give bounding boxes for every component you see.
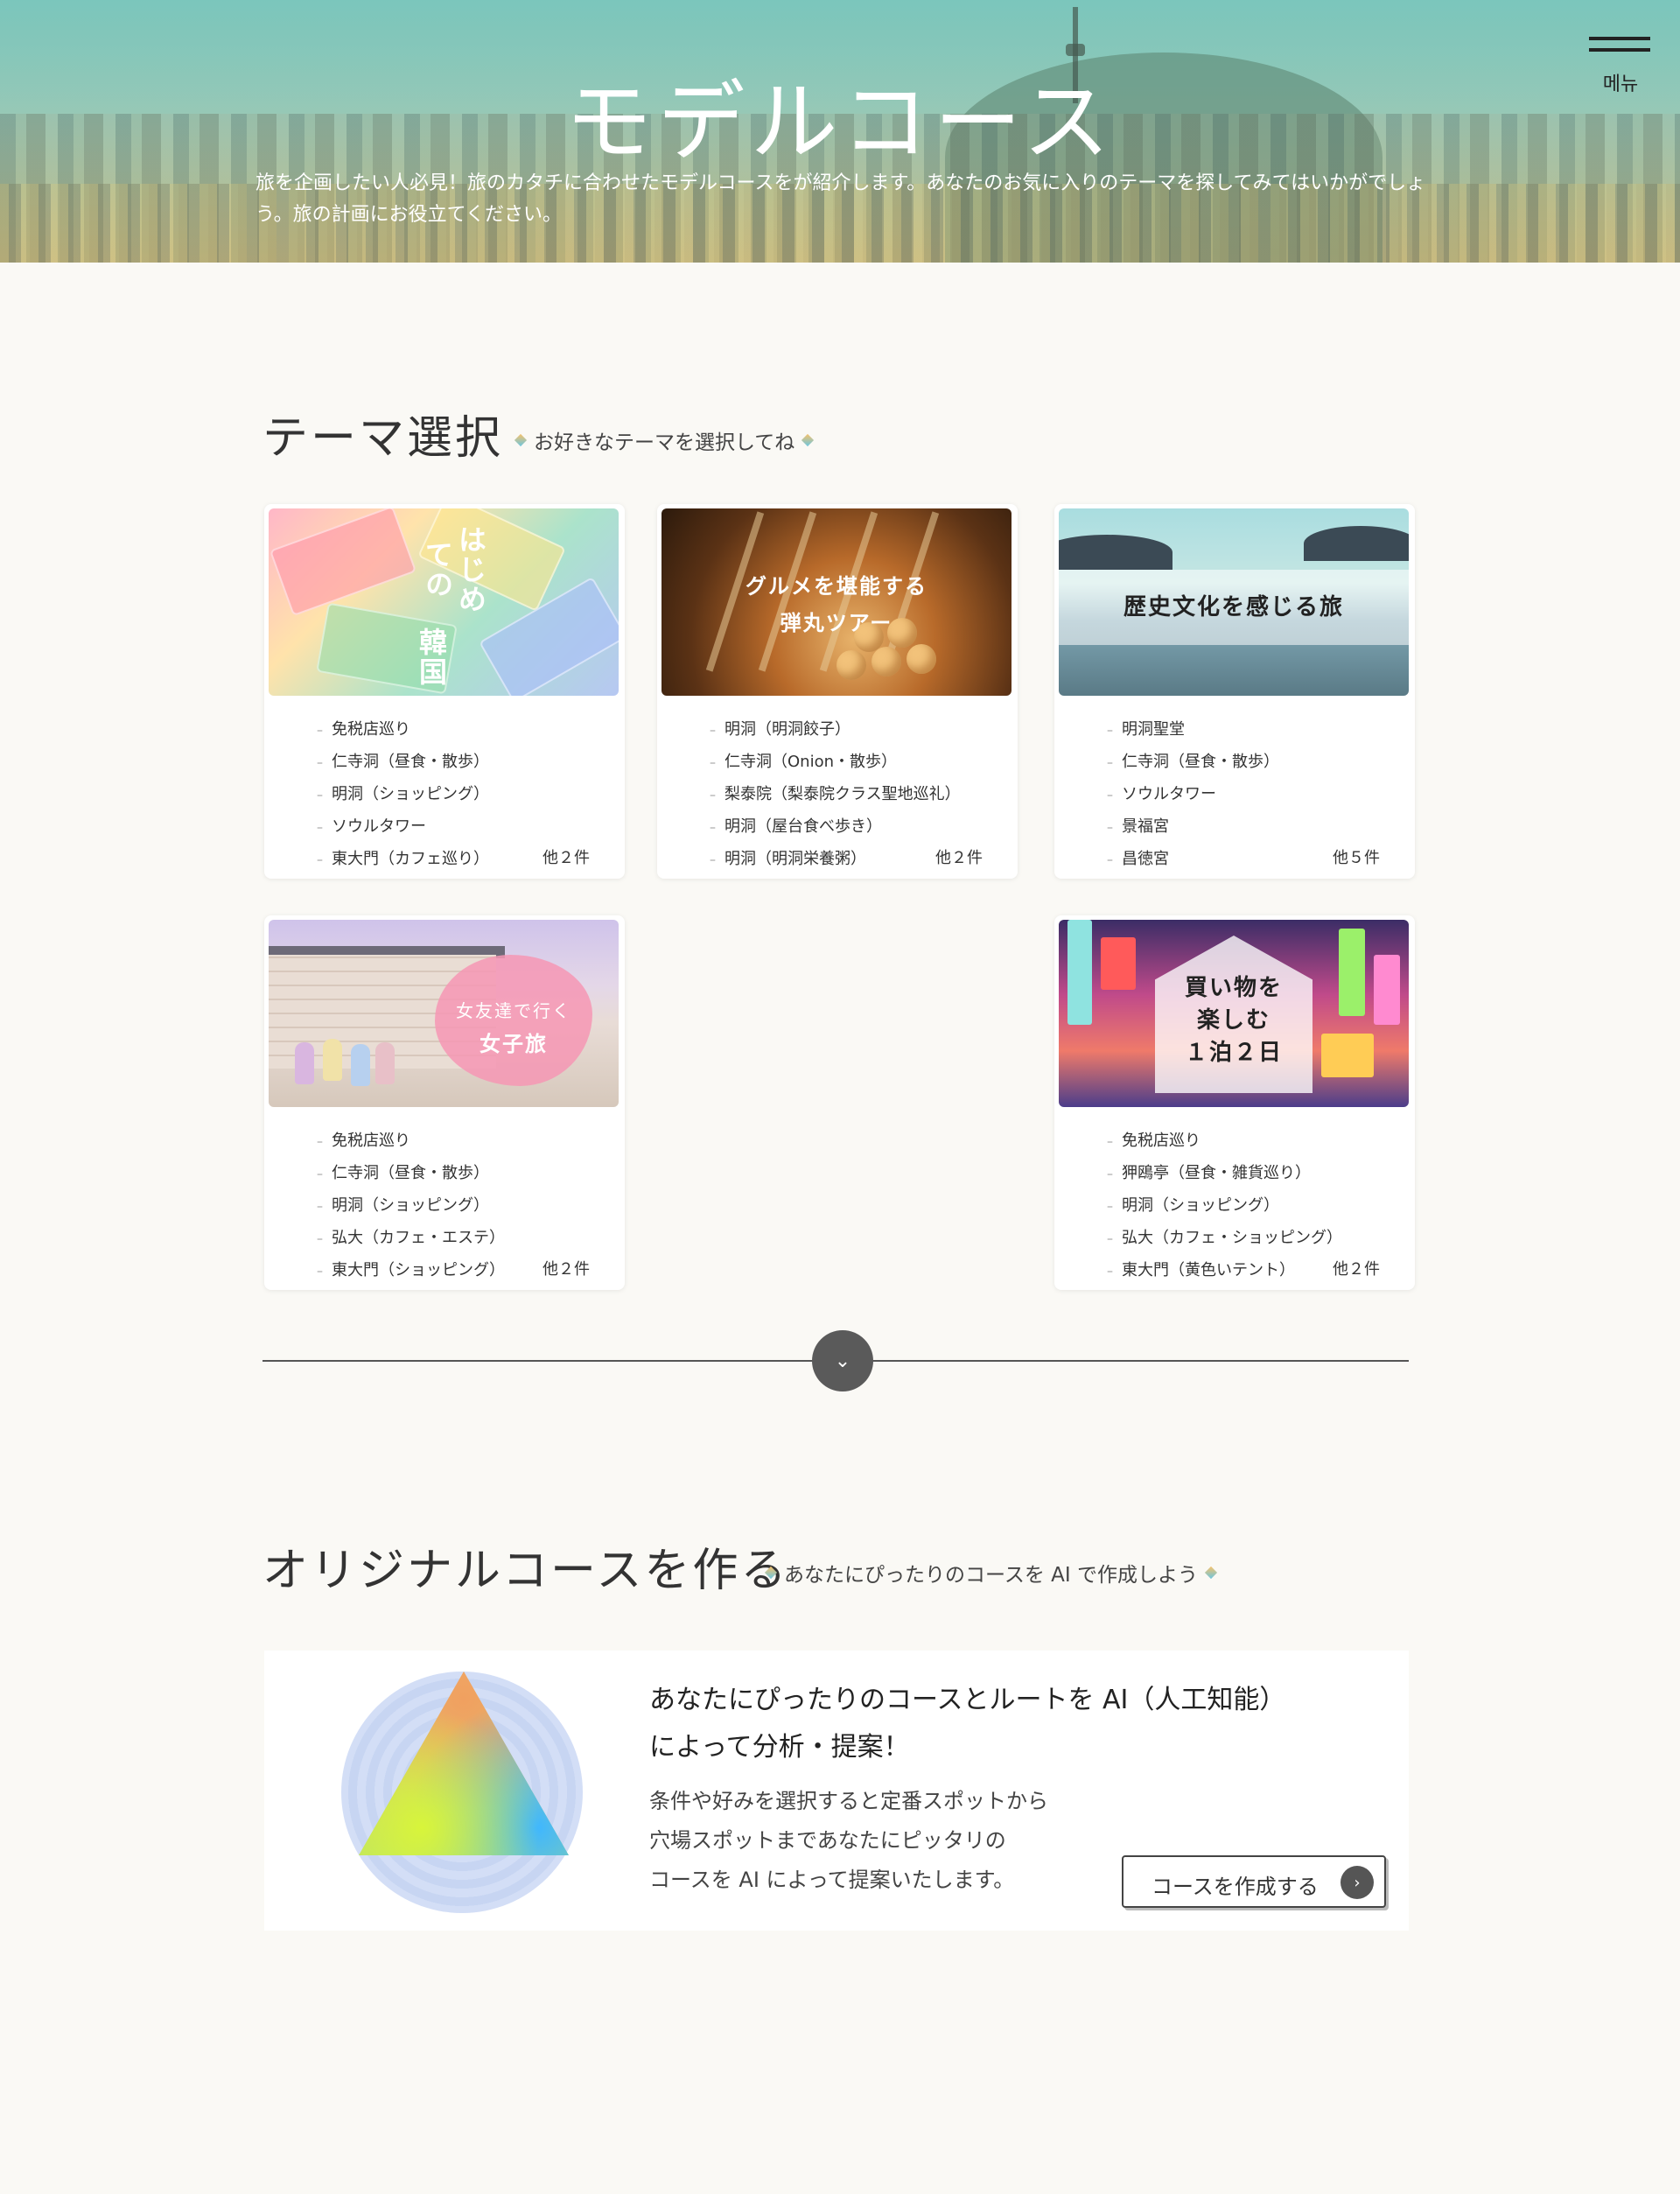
list-item: 東大門（カフェ巡り） [317, 844, 489, 876]
list-item: 明洞（ショッピング） [317, 779, 489, 811]
list-item: 免税店巡り [317, 714, 489, 747]
card-caption-line2: 女子旅 [480, 1032, 548, 1056]
list-item: 明洞（明洞栄養粥） [710, 844, 961, 876]
ai-headline-line1: あなたにぴったりのコースとルートを AI（人工知能） [649, 1685, 1286, 1715]
list-item: 東大門（黄色いテント） [1107, 1255, 1342, 1287]
page-description: 旅を企画したい人必見！旅のカタチに合わせたモデルコースをが紹介します。あなたのお… [256, 172, 1426, 226]
card-caption: 歴史文化を感じる旅 [1123, 594, 1344, 620]
card-caption-line2: 韓国 [415, 627, 448, 687]
list-item: 梨泰院（梨泰院クラス聖地巡礼） [710, 779, 961, 811]
card-caption-line2: 弾丸ツアー [780, 611, 893, 635]
list-item: 景福宮 [1107, 811, 1279, 844]
theme-section-subtitle: お好きなテーマを選択してね [514, 425, 815, 455]
ai-description-line3: コースを AI によって提案いたします。 [649, 1868, 1015, 1892]
sparkle-icon [1204, 1566, 1218, 1580]
ai-headline-line2: によって分析・提案！ [649, 1732, 910, 1763]
ai-description-line1: 条件や好みを選択すると定番スポットから [649, 1789, 1048, 1813]
card-more-count: 他２件 [935, 849, 983, 867]
original-section-title: オリジナルコースを作る [262, 1545, 789, 1597]
card-spot-list: 免税店巡り 仁寺洞（昼食・散歩） 明洞（ショッピング） 弘大（カフェ・エステ） … [317, 1125, 505, 1287]
theme-section-title: テーマ選択 [262, 412, 504, 465]
list-item: 免税店巡り [317, 1125, 505, 1158]
ai-course-panel: あなたにぴったりのコースとルートを AI（人工知能） によって分析・提案！ 条件… [264, 1651, 1409, 1931]
list-item: 東大門（ショッピング） [317, 1255, 505, 1287]
list-item: 弘大（カフェ・ショッピング） [1107, 1223, 1342, 1255]
page-title: モデルコース [564, 71, 1116, 173]
create-course-button-label: コースを作成する [1152, 1875, 1319, 1899]
hero-banner: モデルコース 旅を企画したい人必見！旅のカタチに合わせたモデルコースをが紹介しま… [0, 0, 1680, 263]
list-item: 仁寺洞（昼食・散歩） [1107, 747, 1279, 779]
theme-card-girls-trip[interactable]: 女友達で行く 女子旅 免税店巡り 仁寺洞（昼食・散歩） 明洞（ショッピング） 弘… [264, 915, 625, 1290]
original-section-subtitle-text: あなたにぴったりのコースを AI で作成しよう [784, 1564, 1198, 1587]
list-item: 昌徳宮 [1107, 844, 1279, 876]
list-item: 仁寺洞（昼食・散歩） [317, 1158, 505, 1190]
card-image-hanok-village: 歴史文化を感じる旅 [1059, 508, 1409, 696]
card-image-palace-wall: 女友達で行く 女子旅 [269, 920, 619, 1107]
card-more-count: 他５件 [1333, 849, 1380, 867]
card-caption: 女友達で行く [456, 1000, 571, 1021]
hamburger-icon-bar [1589, 48, 1650, 52]
card-spot-list: 明洞聖堂 仁寺洞（昼食・散歩） ソウルタワー 景福宮 昌徳宮 [1107, 714, 1279, 876]
theme-card-shopping[interactable]: 買い物を 楽しむ １泊２日 免税店巡り 狎鴎亭（昼食・雑貨巡り） 明洞（ショッピ… [1054, 915, 1415, 1290]
ai-description-line2: 穴場スポットまであなたにピッタリの [649, 1828, 1006, 1853]
card-caption-line2: 楽しむ [1196, 1007, 1270, 1034]
card-caption: 買い物を [1184, 975, 1283, 1001]
card-caption: グルメを堪能する [746, 574, 928, 599]
list-item: ソウルタワー [1107, 779, 1279, 811]
original-section-subtitle: あなたにぴったりのコースを AI で作成しよう [764, 1558, 1218, 1588]
list-item: 仁寺洞（Onion・散歩） [710, 747, 961, 779]
ai-headline: あなたにぴったりのコースとルートを AI（人工知能） によって分析・提案！ [649, 1677, 1314, 1771]
card-image-neon-street: 買い物を 楽しむ １泊２日 [1059, 920, 1409, 1107]
list-item: 明洞（屋台食べ歩き） [710, 811, 961, 844]
theme-section-subtitle-text: お好きなテーマを選択してね [534, 431, 795, 454]
card-caption: はじめての [421, 525, 487, 614]
card-more-count: 他２件 [542, 1260, 590, 1279]
menu-button[interactable]: 메뉴 [1589, 37, 1652, 98]
chevron-right-icon: › [1340, 1866, 1374, 1899]
list-item: 明洞（ショッピング） [1107, 1190, 1342, 1223]
card-spot-list: 明洞（明洞餃子） 仁寺洞（Onion・散歩） 梨泰院（梨泰院クラス聖地巡礼） 明… [710, 714, 961, 876]
menu-label: 메뉴 [1602, 74, 1639, 95]
sparkle-icon [802, 433, 815, 447]
card-image-korean-money: はじめての 韓国 [269, 508, 619, 696]
card-spot-list: 免税店巡り 仁寺洞（昼食・散歩） 明洞（ショッピング） ソウルタワー 東大門（カ… [317, 714, 489, 876]
list-item: 免税店巡り [1107, 1125, 1342, 1158]
list-item: 弘大（カフェ・エステ） [317, 1223, 505, 1255]
create-course-button[interactable]: コースを作成する › [1122, 1855, 1386, 1908]
chevron-down-icon: ⌄ [834, 1349, 851, 1372]
list-item: 明洞（明洞餃子） [710, 714, 961, 747]
sparkle-icon [764, 1566, 778, 1580]
card-more-count: 他２件 [1333, 1260, 1380, 1279]
theme-card-first-korea[interactable]: はじめての 韓国 免税店巡り 仁寺洞（昼食・散歩） 明洞（ショッピング） ソウル… [264, 504, 625, 879]
theme-card-gourmet[interactable]: グルメを堪能する 弾丸ツアー 明洞（明洞餃子） 仁寺洞（Onion・散歩） 梨泰… [657, 504, 1018, 879]
card-more-count: 他２件 [542, 849, 590, 867]
theme-card-history[interactable]: 歴史文化を感じる旅 明洞聖堂 仁寺洞（昼食・散歩） ソウルタワー 景福宮 昌徳宮… [1054, 504, 1415, 879]
card-spot-list: 免税店巡り 狎鴎亭（昼食・雑貨巡り） 明洞（ショッピング） 弘大（カフェ・ショッ… [1107, 1125, 1342, 1287]
show-more-button[interactable]: ⌄ [812, 1330, 873, 1391]
list-item: 明洞（ショッピング） [317, 1190, 505, 1223]
list-item: 仁寺洞（昼食・散歩） [317, 747, 489, 779]
list-item: 明洞聖堂 [1107, 714, 1279, 747]
hamburger-icon [1589, 37, 1650, 40]
list-item: ソウルタワー [317, 811, 489, 844]
card-caption-line3: １泊２日 [1184, 1040, 1283, 1066]
list-item: 狎鴎亭（昼食・雑貨巡り） [1107, 1158, 1342, 1190]
card-image-street-food: グルメを堪能する 弾丸ツアー [662, 508, 1012, 696]
ai-description: 条件や好みを選択すると定番スポットから 穴場スポットまであなたにピッタリの コー… [649, 1782, 1139, 1900]
sparkle-icon [514, 433, 528, 447]
